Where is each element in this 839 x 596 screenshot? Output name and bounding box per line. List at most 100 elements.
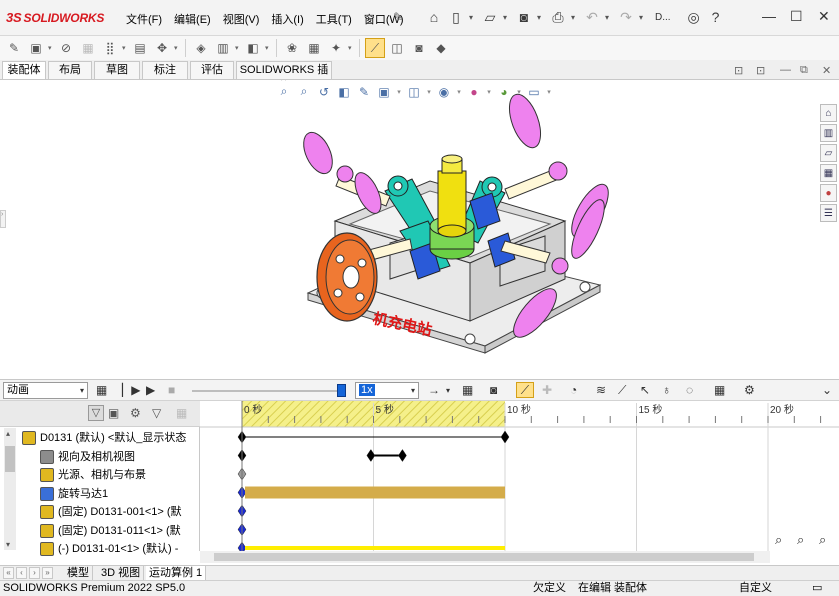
tile-icon[interactable]: ⊡	[734, 64, 743, 77]
filter-selected-icon[interactable]: ⚙	[130, 406, 141, 420]
tree-row[interactable]: ▾D0131 (默认) <默认_显示状态	[0, 429, 200, 447]
assembly-features-icon[interactable]: ▥	[213, 38, 233, 58]
apply-scene-icon[interactable]: ◕	[496, 85, 512, 99]
display-style-dropdown-icon[interactable]: ▾	[426, 88, 432, 96]
pin-menu-icon[interactable]: ✎	[393, 10, 403, 24]
large-assembly-mode-icon[interactable]: ◆	[431, 38, 451, 58]
gravity-icon[interactable]: ◌	[686, 383, 693, 397]
menu-insert[interactable]: 插入(I)	[265, 11, 309, 27]
menu-view[interactable]: 视图(V)	[217, 11, 266, 27]
tree-row[interactable]: ▸(固定) D0131-001<1> (默	[0, 503, 200, 521]
edit-appearance-icon[interactable]: ●	[466, 85, 482, 99]
solidworks-resources-icon[interactable]: ⌂	[820, 104, 837, 122]
mate-icon[interactable]: ⊘	[56, 38, 76, 58]
results-plots-icon[interactable]: ▦	[714, 383, 725, 397]
assembly-model[interactable]: 机充电站	[0, 81, 820, 379]
print-icon[interactable]: ⎙	[549, 7, 567, 27]
damper-icon[interactable]: ⟋	[618, 383, 626, 398]
hide-show-items-icon[interactable]: ◉	[436, 85, 452, 99]
print-dropdown-icon[interactable]: ▾	[571, 13, 579, 22]
zoom-to-area-icon[interactable]: ⌕	[296, 84, 312, 99]
design-library-icon[interactable]: ▥	[820, 124, 837, 142]
previous-view-icon[interactable]: ↺	[316, 85, 332, 99]
component-preview-icon[interactable]: ▦	[78, 38, 98, 58]
tab-sketch[interactable]: 草图	[94, 61, 140, 79]
exploded-dropdown-icon[interactable]: ▾	[348, 44, 354, 52]
scroll-up-icon[interactable]: ▴	[6, 429, 10, 438]
tree-row[interactable]: 视向及相机视图	[0, 448, 200, 466]
scroll-down-icon[interactable]: ▾	[6, 540, 10, 549]
spring-icon[interactable]: ≋	[596, 383, 606, 397]
play-icon[interactable]: ▶	[146, 383, 155, 397]
timeline-scrollbar-thumb[interactable]	[214, 553, 754, 561]
status-bar-icon[interactable]: ▭	[812, 581, 822, 596]
tab-layout[interactable]: 布局	[48, 61, 92, 79]
smart-fasteners-icon[interactable]: ▤	[130, 38, 150, 58]
undo-icon[interactable]: ↶	[583, 7, 601, 27]
tree-scrollbar[interactable]	[4, 428, 16, 550]
reference-geometry-icon[interactable]: ◧	[243, 38, 263, 58]
edit-component-icon[interactable]: ✎	[4, 38, 24, 58]
view-orientation-icon[interactable]: ▣	[376, 85, 392, 99]
collapse-icon[interactable]: ⊡	[756, 64, 765, 77]
motor-bar[interactable]	[245, 486, 505, 499]
filter-animated-icon[interactable]: ▽	[88, 405, 104, 421]
update-speedpak-icon[interactable]: ◫	[387, 38, 407, 58]
playback-slider[interactable]	[192, 384, 346, 397]
pattern-dropdown-icon[interactable]: ▾	[122, 44, 128, 52]
tree-scrollbar-thumb[interactable]	[5, 446, 15, 472]
open-dropdown-icon[interactable]: ▾	[503, 13, 511, 22]
view-palette-icon[interactable]: ▦	[820, 164, 837, 182]
close-icon[interactable]: ✕	[818, 8, 830, 25]
collapse-motion-manager-icon[interactable]: ⌄	[822, 383, 832, 397]
doc-minimize-icon[interactable]: —	[780, 64, 791, 76]
animation-wizard-icon[interactable]: ◙	[490, 383, 497, 397]
force-icon[interactable]: ↖	[640, 383, 650, 397]
tab-next-icon[interactable]: ›	[29, 567, 40, 579]
features-dropdown-icon[interactable]: ▾	[235, 44, 241, 52]
playback-mode-dropdown-icon[interactable]: ▾	[446, 386, 450, 395]
maximize-icon[interactable]: ☐	[790, 8, 803, 25]
zoom-to-fit-timeline-icon[interactable]: ⌕	[819, 532, 826, 548]
redo-icon[interactable]: ↷	[617, 7, 635, 27]
new-document-icon[interactable]: ▯	[447, 7, 465, 27]
feature-manager-expand-handle[interactable]: ›	[0, 210, 6, 228]
add-update-key-icon[interactable]: ✚	[542, 383, 552, 397]
linear-pattern-icon[interactable]: ⣿	[100, 38, 120, 58]
view-settings-dropdown-icon[interactable]: ▾	[546, 88, 552, 96]
stop-icon[interactable]: ■	[168, 383, 175, 397]
tab-first-icon[interactable]: «	[3, 567, 14, 579]
graphics-area[interactable]: 机充电站	[0, 81, 820, 379]
autokey-icon[interactable]: ⟋	[516, 382, 534, 398]
doc-close-icon[interactable]: ✕	[822, 64, 831, 77]
open-folder-icon[interactable]: ▱	[481, 7, 499, 27]
appearances-icon[interactable]: ●	[820, 184, 837, 202]
display-style-icon[interactable]: ◫	[406, 85, 422, 99]
zoom-out-timeline-icon[interactable]: ⌕	[797, 532, 804, 548]
key-point[interactable]	[500, 430, 510, 444]
tab-markup[interactable]: 标注	[142, 61, 188, 79]
tab-motion-study-1[interactable]: 运动算例 1	[146, 566, 207, 581]
instant3d-icon[interactable]: ⟋	[365, 38, 385, 58]
playback-speed-select[interactable]: 1x ▾	[355, 382, 419, 399]
filter-driving-icon[interactable]: ▣	[108, 406, 119, 420]
doc-restore-icon[interactable]: ⧉	[800, 64, 808, 77]
tab-prev-icon[interactable]: ‹	[16, 567, 27, 579]
take-snapshot-icon[interactable]: ◙	[409, 38, 429, 58]
minimize-icon[interactable]: —	[762, 8, 776, 24]
key-point[interactable]	[398, 449, 407, 462]
tab-solidworks-addins[interactable]: SOLIDWORKS 插件	[236, 61, 332, 93]
play-from-start-icon[interactable]: ▏▶	[122, 383, 140, 397]
tab-model[interactable]: 模型	[64, 566, 93, 581]
calculate-icon[interactable]: ▦	[96, 383, 107, 397]
menu-edit[interactable]: 编辑(E)	[168, 11, 217, 27]
motion-study-properties-icon[interactable]: ⚙	[744, 383, 755, 397]
move-dropdown-icon[interactable]: ▾	[174, 44, 180, 52]
hide-show-dropdown-icon[interactable]: ▾	[456, 88, 462, 96]
save-animation-icon[interactable]: ▦	[462, 383, 473, 397]
menu-file[interactable]: 文件(F)	[120, 11, 168, 27]
section-view-icon[interactable]: ◧	[336, 85, 352, 99]
study-type-select[interactable]: 动画 ▾	[3, 382, 88, 399]
appearance-dropdown-icon[interactable]: ▾	[486, 88, 492, 96]
solidworks-logo[interactable]: 3S SOLIDWORKS	[6, 10, 104, 25]
